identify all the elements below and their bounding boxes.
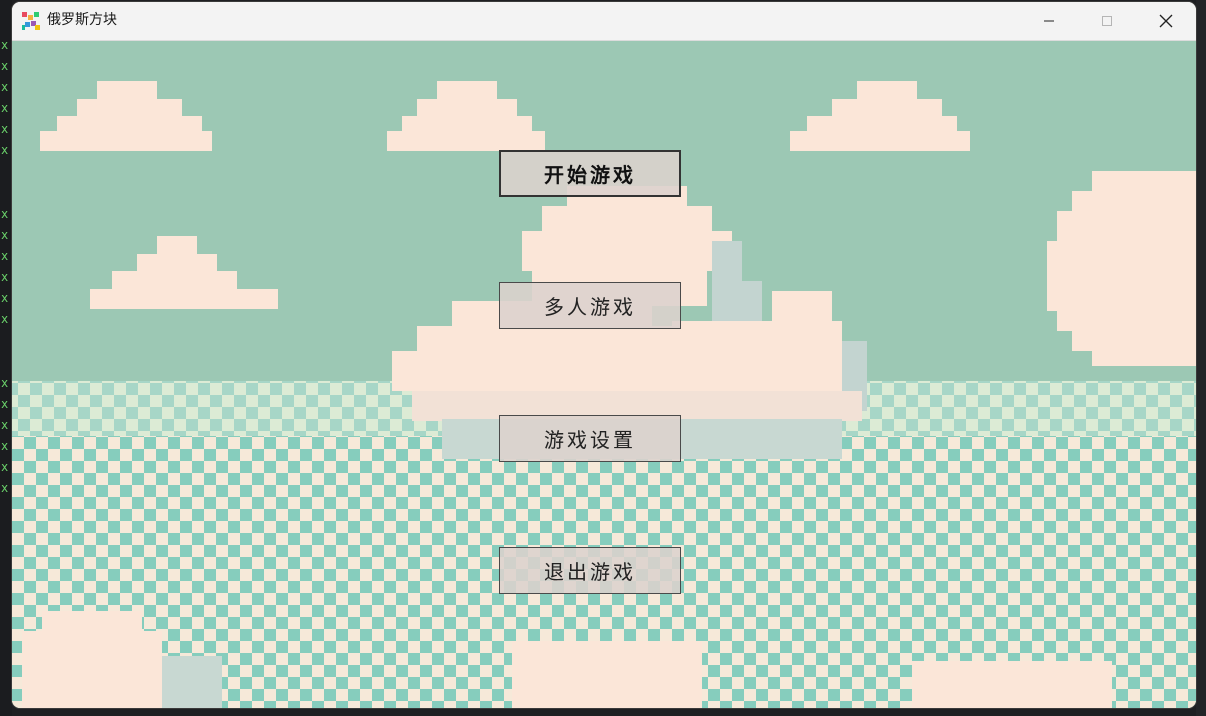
terminal-mark: x (1, 207, 9, 221)
title-bar[interactable]: 俄罗斯方块 (12, 2, 1196, 41)
start-game-button[interactable]: 开始游戏 (499, 150, 681, 197)
terminal-mark: x (1, 439, 9, 453)
close-icon (1159, 14, 1173, 28)
pixel-sky-background (12, 41, 1196, 708)
terminal-mark: x (1, 397, 9, 411)
terminal-mark: x (1, 59, 9, 73)
terminal-mark: x (1, 376, 9, 390)
game-main-menu: 开始游戏 多人游戏 游戏设置 退出游戏 (12, 41, 1196, 708)
game-settings-button[interactable]: 游戏设置 (499, 415, 681, 462)
maximize-icon (1102, 16, 1112, 26)
terminal-mark: x (1, 312, 9, 326)
terminal-mark: x (1, 249, 9, 263)
close-button[interactable] (1143, 2, 1189, 40)
minimize-button[interactable] (1026, 2, 1072, 40)
multiplayer-button[interactable]: 多人游戏 (499, 282, 681, 329)
terminal-mark: x (1, 38, 9, 52)
exit-game-button[interactable]: 退出游戏 (499, 547, 681, 594)
background-window-edge (1196, 0, 1206, 716)
terminal-mark: x (1, 418, 9, 432)
minimize-icon (1044, 20, 1054, 22)
terminal-mark: x (1, 80, 9, 94)
terminal-mark: x (1, 270, 9, 284)
terminal-mark: x (1, 291, 9, 305)
window-title: 俄罗斯方块 (47, 12, 117, 28)
game-window: 俄罗斯方块 开始游戏 多人游戏 游戏设置 退出游戏 (12, 2, 1196, 708)
terminal-mark: x (1, 481, 9, 495)
background-terminal-strip: x x x x x x x x x x x x x x x x x x (0, 0, 12, 716)
terminal-mark: x (1, 101, 9, 115)
terminal-mark: x (1, 460, 9, 474)
terminal-mark: x (1, 143, 9, 157)
terminal-mark: x (1, 228, 9, 242)
tetris-colorful-icon (22, 12, 40, 30)
terminal-mark: x (1, 122, 9, 136)
maximize-button[interactable] (1084, 2, 1130, 40)
